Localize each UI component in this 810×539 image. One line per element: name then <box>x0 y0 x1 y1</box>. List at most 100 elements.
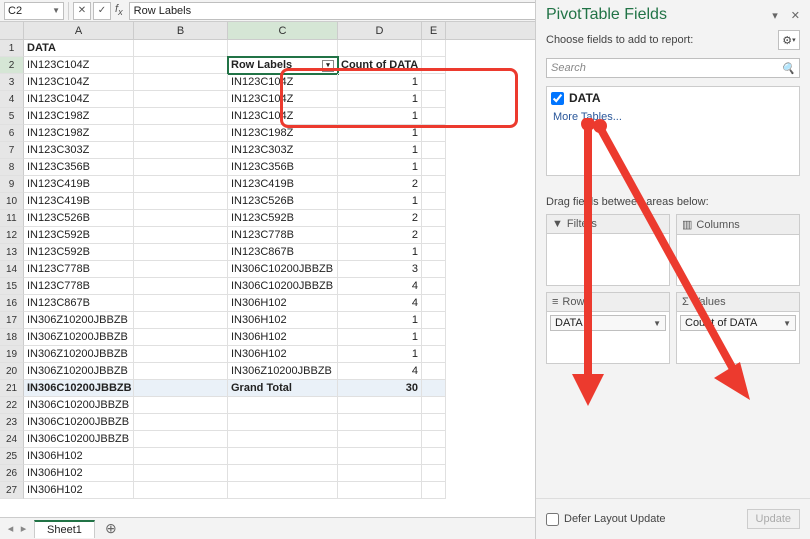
cell[interactable]: IN306C10200JBBZB <box>24 397 134 414</box>
cell[interactable] <box>134 278 228 295</box>
cell[interactable] <box>422 482 446 499</box>
cell[interactable] <box>134 159 228 176</box>
cell[interactable] <box>134 312 228 329</box>
cell[interactable] <box>134 465 228 482</box>
cell[interactable]: IN306Z10200JBBZB <box>24 312 134 329</box>
cell[interactable]: IN123C867B <box>24 295 134 312</box>
cell[interactable]: IN306H102 <box>228 312 338 329</box>
row-header[interactable]: 13 <box>0 244 24 261</box>
cell[interactable]: IN123C419B <box>24 193 134 210</box>
filters-area[interactable]: ▼Filters <box>546 214 670 286</box>
cell[interactable]: 3 <box>338 261 422 278</box>
cell[interactable]: IN123C592B <box>24 227 134 244</box>
cell[interactable] <box>338 482 422 499</box>
cell[interactable]: DATA <box>24 40 134 57</box>
cell[interactable]: IN306Z10200JBBZB <box>24 329 134 346</box>
cell[interactable]: 4 <box>338 363 422 380</box>
cell[interactable]: IN306H102 <box>24 448 134 465</box>
cell[interactable] <box>422 57 446 74</box>
row-header[interactable]: 15 <box>0 278 24 295</box>
cell[interactable] <box>422 159 446 176</box>
cell[interactable]: 30 <box>338 380 422 397</box>
col-header-e[interactable]: E <box>422 22 446 39</box>
cell[interactable]: 1 <box>338 74 422 91</box>
cell[interactable]: IN306H102 <box>228 346 338 363</box>
gear-icon[interactable]: ⚙▾ <box>778 30 800 50</box>
cell[interactable] <box>228 414 338 431</box>
cell[interactable]: 2 <box>338 227 422 244</box>
cell[interactable] <box>422 142 446 159</box>
rows-area[interactable]: ≡Rows DATA ▼ <box>546 292 670 364</box>
cell[interactable] <box>134 57 228 74</box>
cell[interactable] <box>134 74 228 91</box>
cell[interactable]: IN123C592B <box>228 210 338 227</box>
cell[interactable] <box>338 448 422 465</box>
cell[interactable]: 2 <box>338 210 422 227</box>
field-search-input[interactable]: Search 🔍 <box>546 58 800 78</box>
cell[interactable]: IN306Z10200JBBZB <box>24 346 134 363</box>
cell[interactable]: IN123C198Z <box>24 108 134 125</box>
col-header-a[interactable]: A <box>24 22 134 39</box>
cell[interactable] <box>134 448 228 465</box>
cell[interactable]: IN123C526B <box>228 193 338 210</box>
cell[interactable] <box>134 108 228 125</box>
cell[interactable]: 1 <box>338 142 422 159</box>
row-header[interactable]: 6 <box>0 125 24 142</box>
cell[interactable] <box>422 295 446 312</box>
row-header[interactable]: 8 <box>0 159 24 176</box>
row-header[interactable]: 11 <box>0 210 24 227</box>
cell[interactable]: IN123C104Z <box>228 74 338 91</box>
cell[interactable] <box>134 244 228 261</box>
row-header[interactable]: 27 <box>0 482 24 499</box>
add-sheet-button[interactable]: ⊕ <box>101 520 121 537</box>
defer-layout-checkbox[interactable]: Defer Layout Update <box>546 513 666 526</box>
more-tables-link[interactable]: More Tables... <box>551 105 795 129</box>
cell[interactable] <box>338 397 422 414</box>
cell[interactable] <box>134 210 228 227</box>
cell[interactable] <box>228 448 338 465</box>
select-all-corner[interactable] <box>0 22 24 39</box>
row-header[interactable]: 3 <box>0 74 24 91</box>
defer-check[interactable] <box>546 513 559 526</box>
row-header[interactable]: 21 <box>0 380 24 397</box>
cell[interactable]: Row Labels▾ <box>228 57 338 74</box>
cell[interactable] <box>228 482 338 499</box>
cell[interactable] <box>422 363 446 380</box>
cell[interactable] <box>228 40 338 57</box>
cell[interactable]: IN123C419B <box>228 176 338 193</box>
row-header[interactable]: 25 <box>0 448 24 465</box>
cell[interactable] <box>134 329 228 346</box>
cell[interactable]: Grand Total <box>228 380 338 397</box>
col-header-c[interactable]: C <box>228 22 338 39</box>
cell[interactable] <box>134 431 228 448</box>
row-header[interactable]: 9 <box>0 176 24 193</box>
name-box[interactable]: C2 ▼ <box>4 2 64 20</box>
cell[interactable] <box>422 74 446 91</box>
cell[interactable] <box>134 193 228 210</box>
sheet-tab-active[interactable]: Sheet1 <box>34 520 95 538</box>
cell[interactable]: IN123C778B <box>24 278 134 295</box>
cell[interactable]: 1 <box>338 108 422 125</box>
cell[interactable]: IN123C104Z <box>24 57 134 74</box>
cell[interactable] <box>134 91 228 108</box>
cell[interactable] <box>338 414 422 431</box>
cell[interactable]: IN123C867B <box>228 244 338 261</box>
cell[interactable] <box>422 465 446 482</box>
row-header[interactable]: 12 <box>0 227 24 244</box>
cell[interactable] <box>422 108 446 125</box>
cell[interactable] <box>338 431 422 448</box>
cell[interactable] <box>134 363 228 380</box>
cell[interactable] <box>134 482 228 499</box>
cell[interactable]: IN306H102 <box>24 465 134 482</box>
rows-chip[interactable]: DATA ▼ <box>550 315 666 331</box>
cell[interactable] <box>134 227 228 244</box>
cell[interactable] <box>422 329 446 346</box>
cell[interactable]: IN123C104Z <box>228 108 338 125</box>
cell[interactable] <box>228 431 338 448</box>
pane-close-button[interactable]: ✕ <box>791 10 800 22</box>
cell[interactable] <box>422 414 446 431</box>
cell[interactable]: 1 <box>338 244 422 261</box>
cell[interactable]: IN306C10200JBBZB <box>24 431 134 448</box>
row-header[interactable]: 1 <box>0 40 24 57</box>
cell[interactable]: IN123C104Z <box>228 91 338 108</box>
